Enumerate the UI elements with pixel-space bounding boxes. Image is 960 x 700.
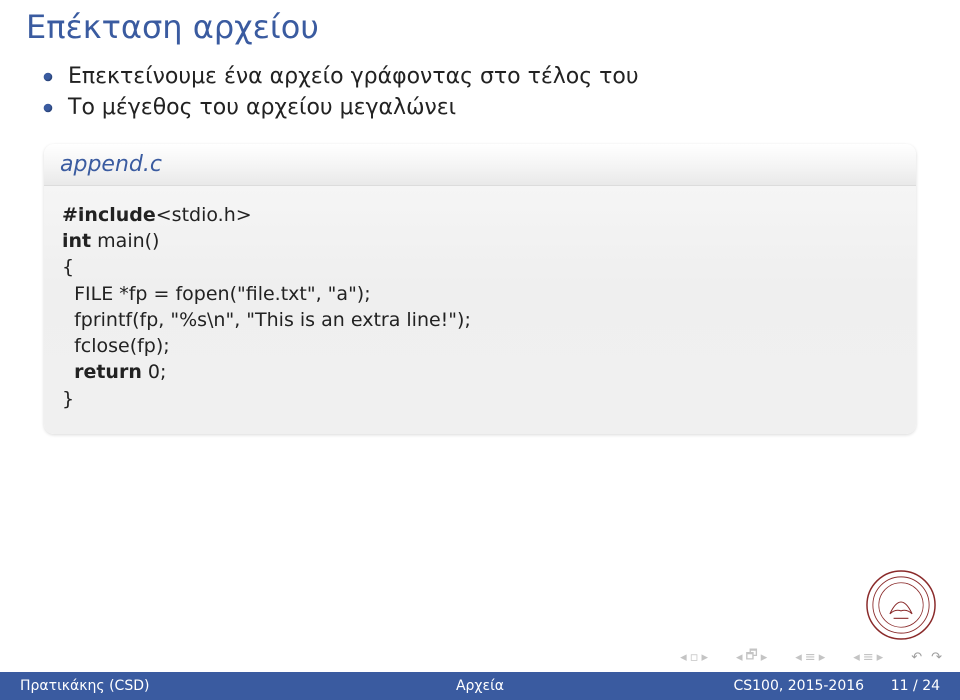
bullet-icon <box>44 104 52 112</box>
bullet-icon <box>44 73 52 81</box>
nav-prev-section-icon[interactable]: ◂≡▸ <box>795 650 825 665</box>
footer-author: Πρατικάκης (CSD) <box>0 678 327 694</box>
code-block: append.c #include<stdio.h> int main() { … <box>44 144 916 434</box>
code-text: main() <box>91 230 159 252</box>
bullet-text: Επεκτείνουμε ένα αρχείο γράφοντας στο τέ… <box>68 64 639 89</box>
code-indent <box>62 361 74 383</box>
footer-bar: Πρατικάκης (CSD) Αρχεία CS100, 2015-2016… <box>0 672 960 700</box>
list-item: Το μέγεθος του αρχείου μεγαλώνει <box>44 95 916 120</box>
code-filename: append.c <box>44 144 916 186</box>
nav-prev-slide-icon[interactable]: ◂▫▸ <box>680 650 708 665</box>
list-item: Επεκτείνουμε ένα αρχείο γράφοντας στο τέ… <box>44 64 916 89</box>
code-text: 0; <box>142 361 167 383</box>
slide-content: Επεκτείνουμε ένα αρχείο γράφοντας στο τέ… <box>0 64 960 434</box>
keyword-return: return <box>74 361 142 383</box>
code-line: FILE *fp = fopen("file.txt", "a"); <box>62 281 898 307</box>
code-line: fclose(fp); <box>62 333 898 359</box>
bullet-text: Το μέγεθος του αρχείου μεγαλώνει <box>68 95 456 120</box>
code-body: #include<stdio.h> int main() { FILE *fp … <box>44 186 916 434</box>
footer-course: CS100, 2015-2016 <box>733 678 864 694</box>
footer-page: CS100, 2015-2016 11 / 24 <box>633 678 960 694</box>
code-text: <stdio.h> <box>156 204 252 226</box>
code-line: fprintf(fp, "%s\n", "This is an extra li… <box>62 307 898 333</box>
footer-page-number: 11 / 24 <box>891 678 940 694</box>
slide-title: Επέκταση αρχείου <box>0 0 960 64</box>
footer-title: Αρχεία <box>327 678 634 694</box>
keyword-include: #include <box>62 204 156 226</box>
code-line: return 0; <box>62 359 898 385</box>
nav-back-forward-icon[interactable]: ↶↷ <box>911 650 942 665</box>
beamer-nav-icons: ◂▫▸ ◂🗗▸ ◂≡▸ ◂≡▸ ↶↷ <box>680 646 942 668</box>
university-seal-icon <box>864 568 938 642</box>
code-line: int main() <box>62 228 898 254</box>
code-line: { <box>62 254 898 280</box>
nav-prev-frame-icon[interactable]: ◂🗗▸ <box>736 646 767 668</box>
code-line: } <box>62 386 898 412</box>
code-line: #include<stdio.h> <box>62 202 898 228</box>
nav-next-section-icon[interactable]: ◂≡▸ <box>853 650 883 665</box>
keyword-int: int <box>62 230 91 252</box>
